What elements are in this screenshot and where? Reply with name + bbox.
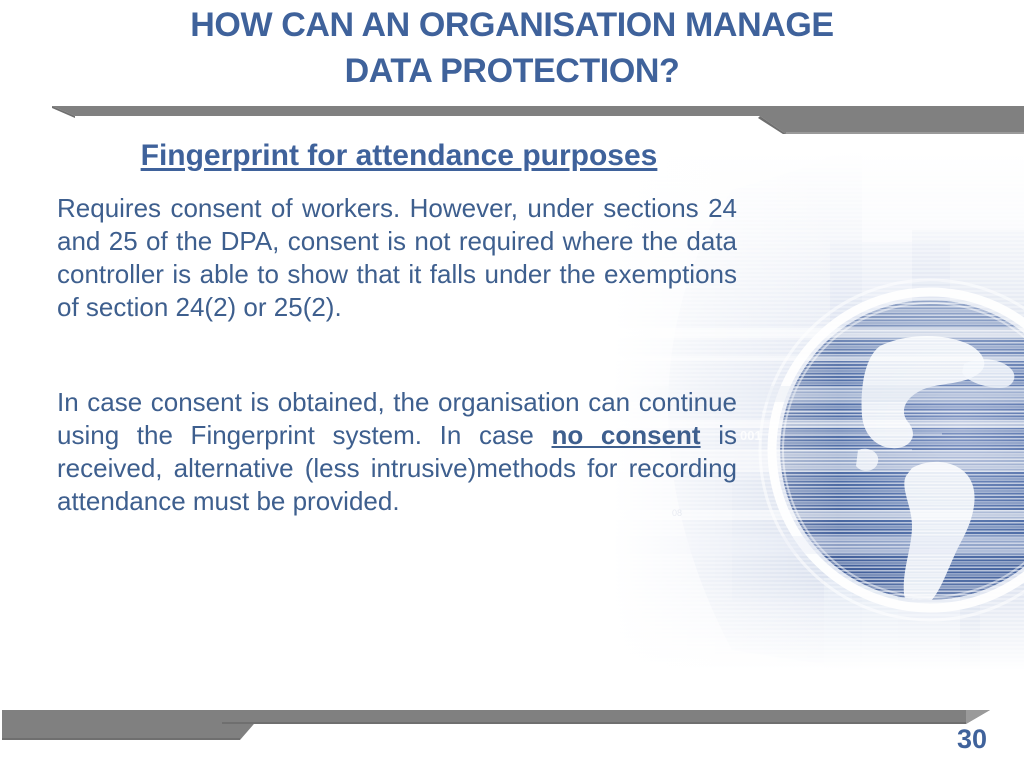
top-divider-band — [0, 100, 1024, 136]
page-number: 30 — [956, 724, 988, 754]
bottom-divider-band — [0, 700, 1024, 744]
paragraph-1-text: Requires consent of workers. However, un… — [57, 193, 737, 322]
section-subtitle: Fingerprint for attendance purposes — [140, 139, 658, 172]
presentation-slide: 001 08 HOW CAN AN ORGANISATION MANAGE DA… — [0, 0, 1024, 768]
slide-title: HOW CAN AN ORGANISATION MANAGE DATA PROT… — [62, 2, 962, 94]
background-code-artifact: 001 — [740, 428, 762, 443]
slide-title-line-2: DATA PROTECTION? — [344, 52, 680, 90]
body-paragraph-2: In case consent is obtained, the organis… — [57, 386, 737, 518]
body-paragraph-1: Requires consent of workers. However, un… — [57, 192, 737, 324]
slide-body: Fingerprint for attendance purposes Requ… — [57, 134, 737, 518]
paragraph-2-emphasis: no consent — [551, 420, 701, 450]
slide-title-line-1: HOW CAN AN ORGANISATION MANAGE — [190, 6, 834, 44]
